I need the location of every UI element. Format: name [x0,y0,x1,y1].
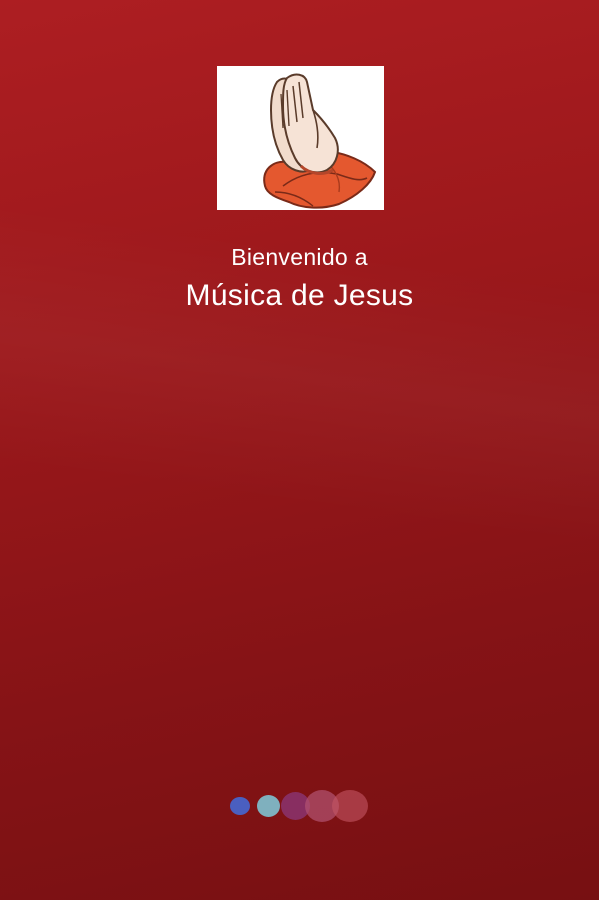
splash-screen: Bienvenido a Música de Jesus [0,0,599,900]
app-logo [217,66,384,210]
praying-hands-icon [263,73,377,209]
app-name-title: Música de Jesus [185,279,414,312]
loading-indicator [226,786,376,826]
loading-dot [257,795,280,817]
loading-dot [332,790,368,822]
welcome-text: Bienvenido a [231,244,368,270]
loading-dot [230,797,250,815]
